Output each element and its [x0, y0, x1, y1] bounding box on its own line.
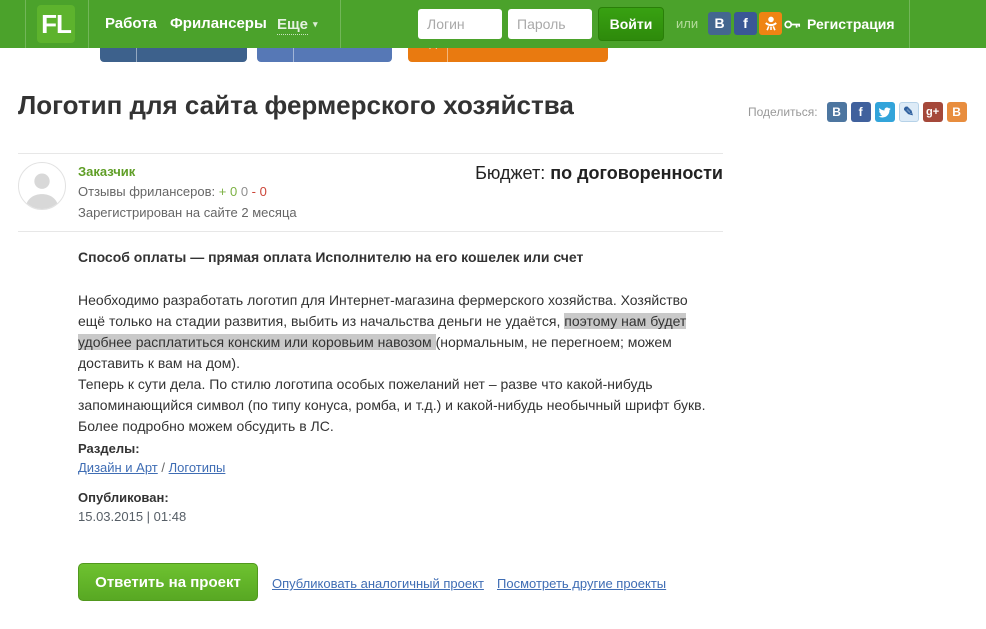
or-label: или	[676, 0, 698, 48]
view-other-projects-link[interactable]: Посмотреть другие проекты	[497, 576, 666, 591]
facebook-login-icon[interactable]: f	[734, 12, 757, 35]
customer-reviews: Отзывы фрилансеров: + 0 0 - 0	[78, 184, 267, 199]
nav-item-more[interactable]: Еще ▾	[277, 0, 318, 48]
budget-line: Бюджет: по договоренности	[475, 163, 723, 184]
payment-method-line: Способ оплаты — прямая оплата Исполнител…	[78, 249, 718, 265]
googleplus-share-icon[interactable]: g+	[923, 102, 943, 122]
reviews-neutral-count: 0	[241, 184, 248, 199]
published-date: 15.03.2015 | 01:48	[78, 509, 186, 524]
sections-separator: /	[158, 460, 169, 475]
divider	[18, 153, 723, 154]
header-divider	[909, 0, 910, 48]
description-paragraph-2: Теперь к сути дела. По стилю логотипа ос…	[78, 374, 718, 416]
person-silhouette-icon	[19, 163, 65, 209]
odnoklassniki-person-icon	[764, 16, 778, 31]
chevron-down-icon: ▾	[313, 19, 318, 29]
section-link-logos[interactable]: Логотипы	[169, 460, 226, 475]
sections-links: Дизайн и Арт / Логотипы	[78, 460, 225, 475]
vk-login-icon[interactable]: В	[708, 12, 731, 35]
customer-registered-label: Зарегистрирован на сайте 2 месяца	[78, 205, 297, 220]
nav-item-freelancers[interactable]: Фрилансеры	[170, 0, 267, 48]
facebook-share-icon[interactable]: f	[851, 102, 871, 122]
section-link-design-art[interactable]: Дизайн и Арт	[78, 460, 158, 475]
twitter-bird-icon	[878, 106, 891, 119]
page-title: Логотип для сайта фермерского хозяйства	[18, 90, 574, 121]
description-paragraph-1: Необходимо разработать логотип для Интер…	[78, 290, 718, 374]
description-paragraph-3: Более подробно можем обсудить в ЛС.	[78, 416, 718, 437]
header-divider	[340, 0, 341, 48]
divider	[18, 231, 723, 232]
fl-logo[interactable]: FL	[37, 5, 75, 43]
header-divider	[25, 0, 26, 48]
reviews-positive-count: + 0	[219, 184, 237, 199]
publish-similar-project-link[interactable]: Опубликовать аналогичный проект	[272, 576, 484, 591]
login-input[interactable]	[418, 9, 502, 39]
published-label: Опубликован:	[78, 490, 169, 505]
odnoklassniki-login-icon[interactable]	[759, 12, 782, 35]
nav-item-more-label: Еще	[277, 16, 308, 35]
budget-label: Бюджет:	[475, 163, 545, 183]
project-description: Необходимо разработать логотип для Интер…	[78, 290, 718, 437]
share-widget: Поделиться: В f ✎ g+ B	[748, 102, 967, 122]
header-divider	[88, 0, 89, 48]
password-input[interactable]	[508, 9, 592, 39]
vk-share-icon[interactable]: В	[827, 102, 847, 122]
budget-value: по договоренности	[550, 163, 723, 183]
top-navigation-bar: FL Работа Фрилансеры Еще▾ Войти или В f …	[0, 0, 986, 48]
share-label: Поделиться:	[748, 105, 818, 119]
reviews-label: Отзывы фрилансеров:	[78, 184, 215, 199]
avatar[interactable]	[18, 162, 66, 210]
reply-to-project-button[interactable]: Ответить на проект	[78, 563, 258, 601]
key-icon	[784, 19, 801, 30]
pen-share-icon[interactable]: ✎	[899, 102, 919, 122]
registration-link[interactable]: Регистрация	[784, 0, 895, 48]
customer-role-label: Заказчик	[78, 164, 135, 179]
twitter-share-icon[interactable]	[875, 102, 895, 122]
sections-label: Разделы:	[78, 441, 140, 456]
registration-label: Регистрация	[807, 16, 895, 32]
nav-item-work[interactable]: Работа	[105, 0, 157, 48]
reviews-negative-count: - 0	[252, 184, 267, 199]
blogger-share-icon[interactable]: B	[947, 102, 967, 122]
signin-button[interactable]: Войти	[598, 7, 664, 41]
